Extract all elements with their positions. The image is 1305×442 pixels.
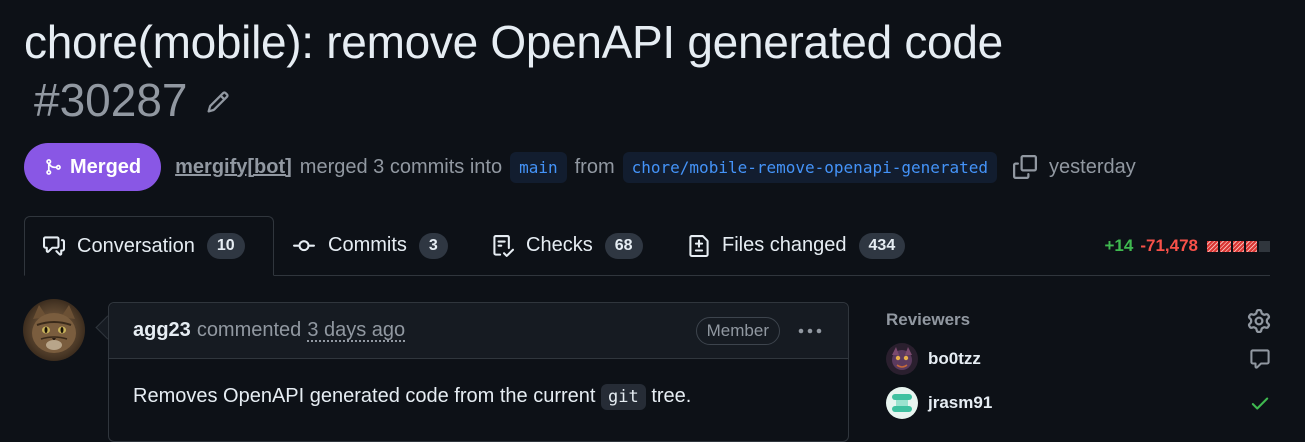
tab-files-changed[interactable]: Files changed 434 [688,216,906,275]
reviewer-avatar [886,387,918,419]
commenter-avatar[interactable] [23,299,85,361]
tab-checks[interactable]: Checks 68 [492,216,643,275]
head-branch[interactable]: chore/mobile-remove-openapi-generated [622,151,998,183]
merged-state-badge: Merged [24,143,162,191]
comment-action: commented [196,319,302,341]
checklist-icon [492,234,514,257]
pr-title-secondary: #30287 [34,72,230,128]
comment-icon [1249,348,1271,370]
reviewer-item[interactable]: jrasm91 [886,383,1271,423]
diffstat-block [1207,240,1218,252]
diffstat-block [1259,240,1270,252]
tab-conversation-label: Conversation [77,234,195,257]
tab-commits-label: Commits [328,234,407,256]
comment-timestamp[interactable]: 3 days ago [307,319,405,342]
tab-commits-count: 3 [418,232,448,259]
merged-label: Merged [70,155,142,178]
conversation-icon [43,235,65,257]
base-branch[interactable]: main [510,151,567,183]
diffstat-block [1246,240,1257,252]
copy-icon[interactable] [1013,155,1038,179]
kebab-horizontal-icon[interactable] [796,321,824,341]
pr-status-row: Merged mergify[bot] merged 3 commits int… [24,143,1136,191]
comment-text-after: tree. [651,385,692,407]
tab-checks-count: 68 [604,232,643,259]
diffstat-additions: +14 [1104,236,1134,255]
commit-icon [292,235,316,257]
check-icon [1249,392,1271,414]
pencil-icon[interactable] [206,90,230,114]
reviewers-heading[interactable]: Reviewers [886,305,1271,335]
diffstat-block [1233,240,1244,252]
gear-icon[interactable] [1247,309,1271,333]
reviewer-name: jrasm91 [928,393,993,412]
pr-number: #30287 [34,74,188,126]
reviewer-avatar [886,343,918,375]
tab-checks-label: Checks [526,234,593,256]
reviewer-name: bo0tzz [928,349,981,368]
inline-code: git [601,384,646,410]
sidebar-reviewers: Reviewers bo0tzz jrasm91 [886,305,1271,423]
comment-body: Removes OpenAPI generated code from the … [109,359,848,434]
diffstat-blocks [1207,240,1270,252]
member-badge: Member [695,316,780,345]
author-link[interactable]: mergify[bot] [175,156,292,179]
merge-description: merged 3 commits into [299,155,503,178]
git-merge-icon [44,158,62,176]
pr-tabs: Conversation 10 Commits 3 Checks 68 File… [24,216,1270,276]
tab-conversation[interactable]: Conversation 10 [24,216,274,276]
reviewer-item[interactable]: bo0tzz [886,339,1271,379]
reviewers-heading-label: Reviewers [886,310,971,329]
tab-files-changed-count: 434 [858,232,906,259]
comment-card: agg23 commented 3 days ago Member Remove… [108,302,849,442]
diffstat-deletions: -71,478 [1140,236,1198,255]
tab-files-changed-label: Files changed [722,234,847,256]
file-diff-icon [688,234,710,257]
diffstat: +14 -71,478 [1104,236,1270,256]
pr-title: chore(mobile): remove OpenAPI generated … [24,16,1003,68]
comment-text-before: Removes OpenAPI generated code from the … [133,385,596,407]
diffstat-block [1220,240,1231,252]
commenter-name[interactable]: agg23 [133,319,191,342]
tab-commits[interactable]: Commits 3 [292,216,448,275]
tab-conversation-count: 10 [206,233,245,259]
merge-time: yesterday [1049,155,1136,178]
from-label: from [574,155,615,178]
comment-header: agg23 commented 3 days ago Member [109,303,848,359]
